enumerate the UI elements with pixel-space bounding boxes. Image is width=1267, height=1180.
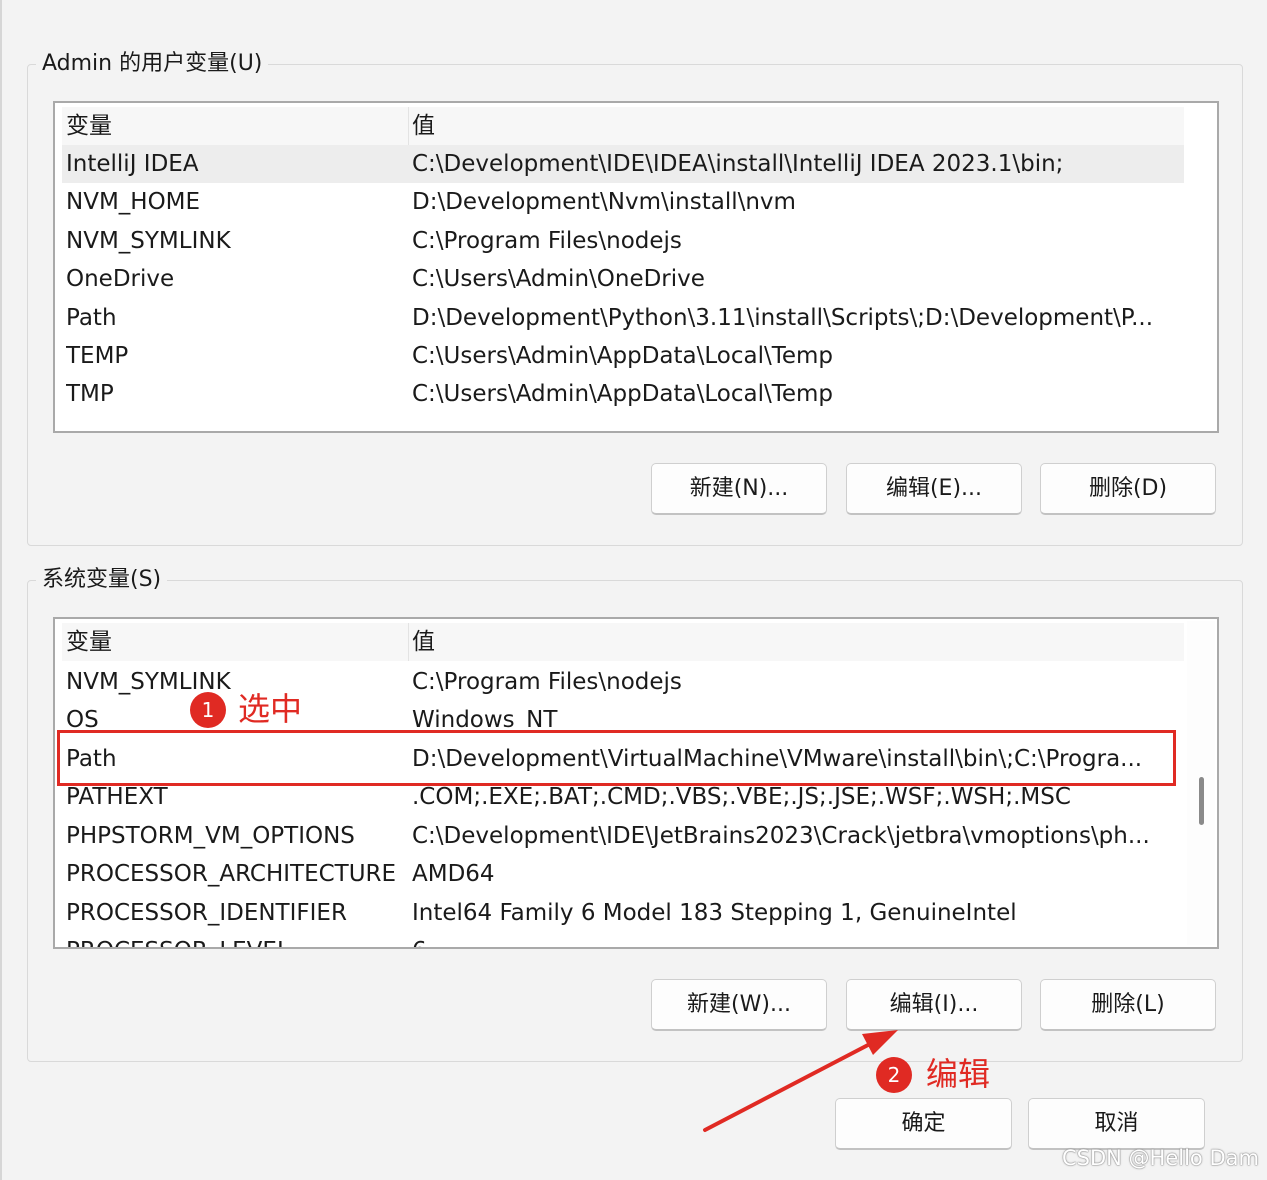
watermark: CSDN @Hello Dam — [1062, 1146, 1259, 1170]
arrow-icon — [703, 1030, 898, 1132]
